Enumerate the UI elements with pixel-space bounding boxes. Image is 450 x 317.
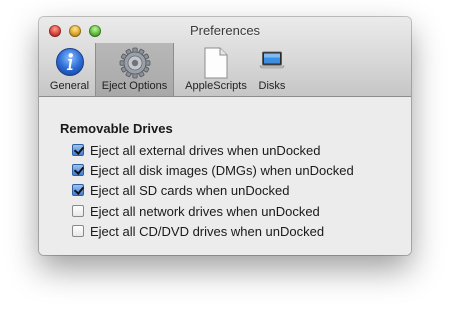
laptop-icon bbox=[259, 47, 285, 76]
checkbox-sd-cards[interactable] bbox=[72, 184, 84, 196]
toolbar-item-general[interactable]: General bbox=[44, 43, 95, 96]
option-label: Eject all network drives when unDocked bbox=[90, 203, 320, 219]
checkbox-cd-dvd-drives[interactable] bbox=[72, 225, 84, 237]
section-title: Removable Drives bbox=[60, 121, 173, 136]
toolbar-label-disks: Disks bbox=[258, 80, 286, 92]
option-label: Eject all CD/DVD drives when unDocked bbox=[90, 223, 325, 239]
document-icon bbox=[203, 47, 229, 84]
option-label: Eject all external drives when unDocked bbox=[90, 142, 321, 158]
toolbar-item-eject-options[interactable]: Eject Options bbox=[95, 43, 174, 96]
checkbox-network-drives[interactable] bbox=[72, 205, 84, 217]
preferences-window: Preferences General Eject Options AppleS… bbox=[39, 17, 411, 255]
toolbar-label-eject-options: Eject Options bbox=[101, 80, 168, 92]
gear-icon bbox=[119, 47, 151, 84]
option-label: Eject all disk images (DMGs) when unDock… bbox=[90, 162, 354, 178]
option-sd-cards[interactable]: Eject all SD cards when unDocked bbox=[72, 182, 289, 198]
toolbar-item-disks[interactable]: Disks bbox=[253, 43, 291, 96]
info-icon bbox=[55, 47, 85, 82]
option-network-drives[interactable]: Eject all network drives when unDocked bbox=[72, 203, 320, 219]
title-bar: Preferences General Eject Options AppleS… bbox=[39, 17, 411, 97]
checkbox-external-drives[interactable] bbox=[72, 144, 84, 156]
option-cd-dvd-drives[interactable]: Eject all CD/DVD drives when unDocked bbox=[72, 223, 324, 239]
toolbar-label-general: General bbox=[49, 80, 90, 92]
window-title: Preferences bbox=[189, 23, 261, 38]
option-disk-images[interactable]: Eject all disk images (DMGs) when unDock… bbox=[72, 162, 354, 178]
option-label: Eject all SD cards when unDocked bbox=[90, 182, 290, 198]
toolbar-label-applescripts: AppleScripts bbox=[185, 80, 247, 92]
option-external-drives[interactable]: Eject all external drives when unDocked bbox=[72, 142, 321, 158]
eject-options-panel: Removable Drives Eject all external driv… bbox=[39, 97, 411, 255]
checkbox-disk-images[interactable] bbox=[72, 164, 84, 176]
toolbar-item-applescripts[interactable]: AppleScripts bbox=[174, 43, 258, 96]
